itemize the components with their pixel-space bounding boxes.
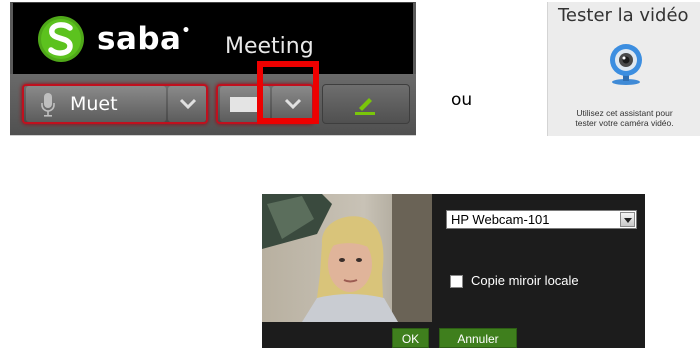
mirror-checkbox[interactable] bbox=[450, 275, 463, 288]
test-video-tile[interactable]: Tester la vidéo Utilisez cet assistant p… bbox=[547, 2, 700, 136]
pen-icon bbox=[355, 98, 375, 115]
camera-icon bbox=[230, 97, 260, 112]
audio-control: Muet bbox=[22, 84, 208, 124]
ok-button[interactable]: OK bbox=[392, 328, 429, 348]
saba-header: saba• Meeting bbox=[10, 2, 416, 74]
mirror-label: Copie miroir locale bbox=[471, 273, 579, 288]
camera-preview-image bbox=[262, 194, 432, 322]
camera-select-value: HP Webcam-101 bbox=[451, 212, 550, 227]
chevron-down-icon bbox=[179, 98, 197, 110]
brand-name: saba bbox=[97, 21, 182, 57]
audio-dropdown-button[interactable] bbox=[168, 86, 206, 122]
mute-button[interactable]: Muet bbox=[26, 86, 166, 122]
or-label: ou bbox=[451, 90, 473, 110]
control-bar: Muet bbox=[10, 74, 416, 136]
product-name: Meeting bbox=[225, 34, 314, 59]
dropdown-arrow-icon bbox=[620, 212, 635, 227]
saba-brand: saba• bbox=[97, 21, 191, 57]
saba-meeting-toolbar: saba• Meeting Muet bbox=[10, 2, 416, 136]
mute-label: Muet bbox=[70, 93, 118, 115]
brand-mark: • bbox=[181, 23, 191, 39]
camera-preview bbox=[262, 194, 432, 322]
webcam-icon bbox=[610, 44, 642, 85]
test-video-title: Tester la vidéo bbox=[558, 5, 689, 26]
saba-logo-icon bbox=[38, 16, 84, 62]
cancel-button[interactable]: Annuler bbox=[439, 328, 517, 348]
highlight-box bbox=[257, 61, 319, 124]
camera-select[interactable]: HP Webcam-101 bbox=[446, 210, 637, 229]
microphone-icon bbox=[41, 93, 55, 117]
test-video-description: Utilisez cet assistant pour tester votre… bbox=[575, 108, 674, 128]
webcam-dialog: HP Webcam-101 Copie miroir locale OK Ann… bbox=[262, 194, 645, 348]
annotate-button[interactable] bbox=[322, 84, 410, 124]
